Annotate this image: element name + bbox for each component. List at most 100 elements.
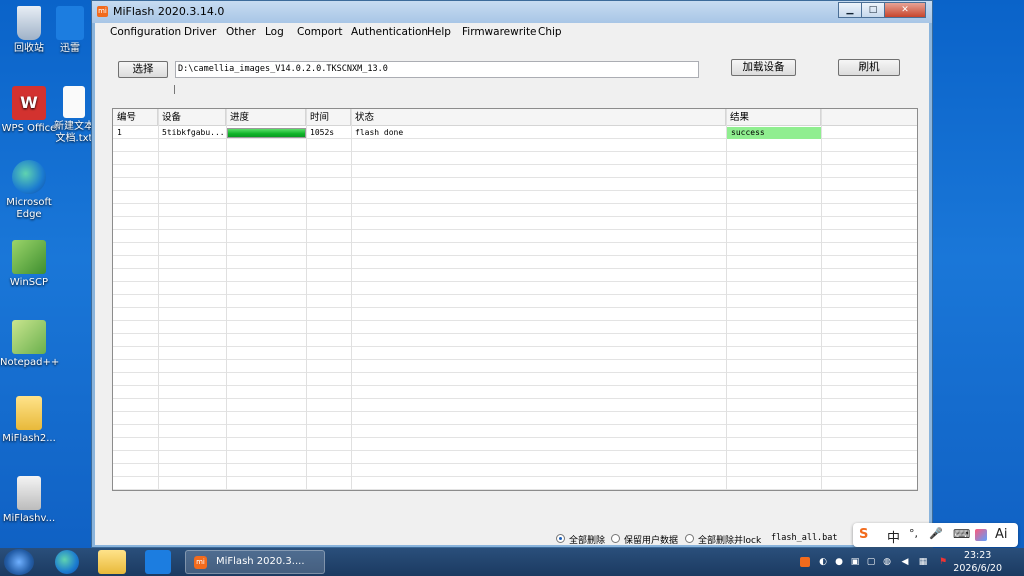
menu-log[interactable]: Log <box>265 26 284 38</box>
sogou-tray-icon[interactable] <box>800 557 810 567</box>
window-client: Configuration Driver Other Log Comport A… <box>95 23 929 546</box>
menu-bar: Configuration Driver Other Log Comport A… <box>95 23 929 43</box>
menu-help[interactable]: Help <box>427 26 451 38</box>
radio-clean-all-lock-label[interactable]: 全部删除并lock <box>698 533 761 546</box>
tray-app-icon[interactable]: ● <box>834 557 844 567</box>
edge-icon <box>12 160 46 194</box>
desktop-icon-label: 新建文本文档.txt <box>54 121 94 144</box>
desktop-icon-winscp[interactable]: WinSCP <box>0 240 58 289</box>
cell-index: 1 <box>117 128 122 137</box>
menu-driver[interactable]: Driver <box>184 26 216 38</box>
maximize-button[interactable]: □ <box>861 2 885 18</box>
desktop-icon-label: 迅雷 <box>60 43 80 54</box>
menu-authentication[interactable]: Authentication <box>351 26 428 38</box>
minimize-button[interactable]: ▁ <box>838 2 862 18</box>
tray-app-icon[interactable]: ▣ <box>850 557 860 567</box>
flash-button[interactable]: 刷机 <box>838 59 900 76</box>
desktop-icon-label: MiFlash2... <box>2 433 56 444</box>
keyboard-icon[interactable]: ⌨ <box>953 527 970 541</box>
desktop-icon-xunlei[interactable]: 迅雷 <box>48 6 92 55</box>
grid-column-line <box>351 109 352 490</box>
taskbar: mi MiFlash 2020.3.... ◐ ● ▣ ▢ ◍ ◀ ▦ ⚑ 23… <box>0 548 1024 576</box>
device-grid[interactable]: 编号 设备 进度 时间 状态 结果 1 5tibkfgabu... 1052s <box>112 108 918 491</box>
miflash-app-icon: mi <box>194 556 207 569</box>
desktop-icon-new-text[interactable]: 新建文本文档.txt <box>52 86 96 145</box>
window-title: MiFlash 2020.3.14.0 <box>113 5 225 18</box>
grid-row-lines <box>113 126 917 490</box>
notepad-plus-plus-icon <box>12 320 46 354</box>
desktop-icon-label: 回收站 <box>14 43 44 54</box>
xunlei-icon <box>56 6 84 40</box>
tray-app-icon[interactable]: ▢ <box>866 557 876 567</box>
radio-save-user-data[interactable] <box>611 534 620 543</box>
desktop-icon-notepadpp[interactable]: Notepad++ <box>0 320 60 369</box>
grid-header: 编号 设备 进度 时间 状态 结果 <box>113 109 917 126</box>
start-button[interactable] <box>4 549 34 575</box>
clock-date: 2026/6/20 <box>953 563 1002 574</box>
action-center-icon[interactable]: ⚑ <box>938 557 948 567</box>
ime-punctuation-toggle[interactable]: °, <box>909 527 918 540</box>
desktop-icon-label: MiFlashv... <box>2 513 56 524</box>
edge-taskbar-icon[interactable] <box>55 550 79 574</box>
cell-device: 5tibkfgabu... <box>162 128 225 137</box>
ime-ai-button[interactable]: Ai <box>995 527 1008 542</box>
xunlei-taskbar-icon[interactable] <box>145 550 171 574</box>
taskbar-clock[interactable]: 23:23 2026/6/20 <box>953 549 1002 575</box>
microphone-icon[interactable]: 🎤 <box>929 527 943 540</box>
winscp-icon <box>12 240 46 274</box>
network-icon[interactable]: ▦ <box>918 557 928 567</box>
miflash-app-icon: mi <box>97 6 108 17</box>
sogou-logo-icon[interactable]: S <box>859 527 868 542</box>
grid-column-line <box>726 109 727 490</box>
progress-bar-fill <box>228 129 305 137</box>
menu-firmwarewrite[interactable]: Firmwarewrite <box>462 26 537 38</box>
explorer-taskbar-icon[interactable] <box>98 550 126 574</box>
cell-time: 1052s <box>310 128 335 137</box>
close-button[interactable]: ✕ <box>884 2 926 18</box>
skin-icon[interactable] <box>975 529 987 541</box>
desktop-icon-miflash-exe[interactable]: MiFlashv... <box>0 476 58 525</box>
radio-save-user-data-label[interactable]: 保留用户数据 <box>624 533 678 546</box>
miflash-window: mi MiFlash 2020.3.14.0 ▁ □ ✕ Configurati… <box>91 0 933 548</box>
radio-clean-all-label[interactable]: 全部删除 <box>569 533 605 546</box>
desktop-icon-miflash-folder[interactable]: MiFlash2... <box>0 396 58 445</box>
grid-column-line <box>226 109 227 490</box>
wps-office-icon: W <box>12 86 46 120</box>
desktop-icon-label: Notepad++ <box>0 357 60 368</box>
tray-app-icon[interactable]: ◐ <box>818 557 828 567</box>
grid-column-line <box>306 109 307 490</box>
miflash-taskbar-button[interactable]: mi MiFlash 2020.3.... <box>185 550 325 574</box>
ime-toolbar: S 中 °, 🎤 ⌨ Ai <box>853 523 1018 547</box>
desktop-icon-label: WPS Office <box>1 123 57 134</box>
cell-result: success <box>731 128 765 137</box>
desktop-icon-wps[interactable]: W WPS Office <box>0 86 58 135</box>
radio-clean-all-lock[interactable] <box>685 534 694 543</box>
column-header-device[interactable]: 设备 <box>158 109 226 126</box>
menu-configuration[interactable]: Configuration <box>110 26 181 38</box>
flash-options-bar: 全部删除 保留用户数据 全部删除并lock flash_all.bat <box>95 532 929 546</box>
text-caret <box>174 85 175 94</box>
column-header-progress[interactable]: 进度 <box>226 109 306 126</box>
grid-column-line <box>158 109 159 490</box>
ime-language-toggle[interactable]: 中 <box>887 527 900 546</box>
taskbar-task-label: MiFlash 2020.3.... <box>216 556 305 567</box>
column-header-time[interactable]: 时间 <box>306 109 351 126</box>
column-header-status[interactable]: 状态 <box>351 109 726 126</box>
menu-comport[interactable]: Comport <box>297 26 343 38</box>
load-device-button[interactable]: 加载设备 <box>731 59 796 76</box>
column-header-result[interactable]: 结果 <box>726 109 821 126</box>
select-button[interactable]: 选择 <box>118 61 168 78</box>
tray-app-icon[interactable]: ◍ <box>882 557 892 567</box>
recycle-bin-icon <box>17 6 41 40</box>
firmware-path-input[interactable]: D:\camellia_images_V14.0.2.0.TKSCNXM_13.… <box>175 61 699 78</box>
radio-clean-all[interactable] <box>556 534 565 543</box>
desktop-icon-label: Microsoft Edge <box>6 197 52 220</box>
text-file-icon <box>63 86 85 118</box>
title-bar[interactable]: mi MiFlash 2020.3.14.0 ▁ □ ✕ <box>92 1 932 23</box>
menu-other[interactable]: Other <box>226 26 256 38</box>
menu-chip[interactable]: Chip <box>538 26 562 38</box>
column-header-index[interactable]: 编号 <box>113 109 158 126</box>
desktop-icon-edge[interactable]: Microsoft Edge <box>0 160 58 221</box>
cell-status: flash done <box>355 128 404 137</box>
volume-icon[interactable]: ◀ <box>900 557 910 567</box>
